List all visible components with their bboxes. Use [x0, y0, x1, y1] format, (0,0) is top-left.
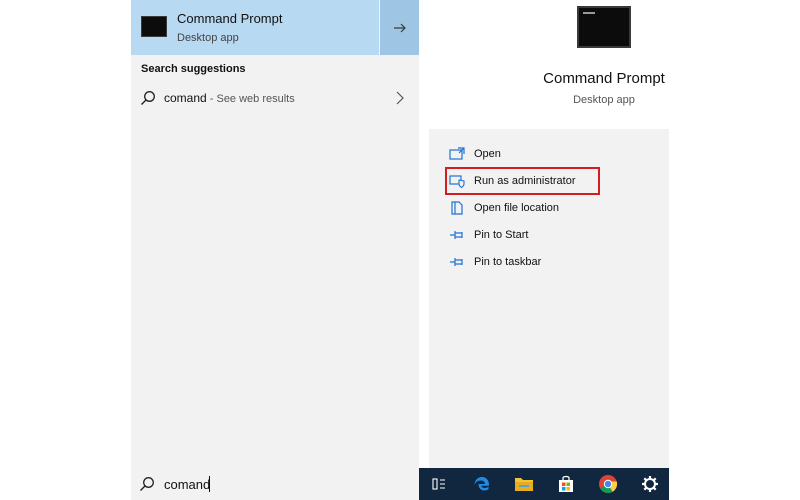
- edge-button[interactable]: [462, 468, 502, 500]
- search-icon: [141, 91, 155, 105]
- search-box[interactable]: [131, 468, 419, 500]
- command-prompt-icon: [577, 6, 631, 48]
- chrome-button[interactable]: [588, 468, 628, 500]
- pin-icon: [450, 231, 463, 239]
- pin-icon: [450, 258, 463, 266]
- app-preview-pane: Command Prompt Desktop app Open Run as a…: [429, 0, 669, 468]
- preview-header: Command Prompt Desktop app: [429, 0, 669, 129]
- action-run-as-administrator[interactable]: Run as administrator: [449, 170, 649, 192]
- best-match-title: Command Prompt: [177, 11, 283, 26]
- action-pin-to-taskbar-label: Pin to taskbar: [474, 256, 542, 268]
- search-results-pane: Command Prompt Desktop app Search sugges…: [131, 0, 419, 468]
- suggestion-suffix: - See web results: [206, 93, 295, 105]
- action-open-file-location[interactable]: Open file location: [449, 197, 649, 219]
- suggestion-item[interactable]: comand - See web results: [131, 84, 419, 112]
- settings-button[interactable]: [630, 468, 670, 500]
- run-as-admin-icon: [449, 175, 465, 188]
- search-input[interactable]: [164, 475, 404, 493]
- file-explorer-button[interactable]: [504, 468, 544, 500]
- action-open[interactable]: Open: [449, 143, 649, 165]
- text-caret: [209, 476, 210, 492]
- file-explorer-icon: [515, 478, 533, 491]
- best-match-subtitle: Desktop app: [177, 32, 239, 44]
- open-preview-button[interactable]: [379, 0, 419, 55]
- action-pin-to-start[interactable]: Pin to Start: [449, 224, 649, 246]
- chevron-right-icon: [396, 91, 404, 105]
- chrome-icon: [599, 475, 618, 494]
- search-suggestions-heading: Search suggestions: [141, 63, 246, 75]
- action-pin-to-start-label: Pin to Start: [474, 229, 529, 241]
- store-button[interactable]: [546, 468, 586, 500]
- arrow-right-icon: [393, 23, 406, 32]
- task-view-button[interactable]: [419, 468, 459, 500]
- suggestion-text: comand - See web results: [164, 91, 295, 105]
- best-match-result[interactable]: Command Prompt Desktop app: [131, 0, 419, 55]
- edge-icon: [474, 477, 489, 491]
- command-prompt-icon: [141, 16, 167, 37]
- open-icon: [449, 147, 465, 160]
- taskbar: [419, 468, 669, 500]
- action-run-as-administrator-label: Run as administrator: [474, 175, 576, 187]
- action-open-label: Open: [474, 148, 501, 160]
- preview-subtitle: Desktop app: [573, 94, 635, 106]
- task-view-icon: [432, 478, 445, 490]
- settings-icon: [642, 476, 658, 492]
- file-location-icon: [451, 201, 463, 215]
- action-pin-to-taskbar[interactable]: Pin to taskbar: [449, 251, 649, 273]
- suggestion-query: comand: [164, 91, 207, 105]
- preview-title: Command Prompt: [543, 70, 665, 87]
- action-open-file-location-label: Open file location: [474, 202, 559, 214]
- search-icon: [140, 477, 154, 491]
- store-icon: [559, 475, 573, 492]
